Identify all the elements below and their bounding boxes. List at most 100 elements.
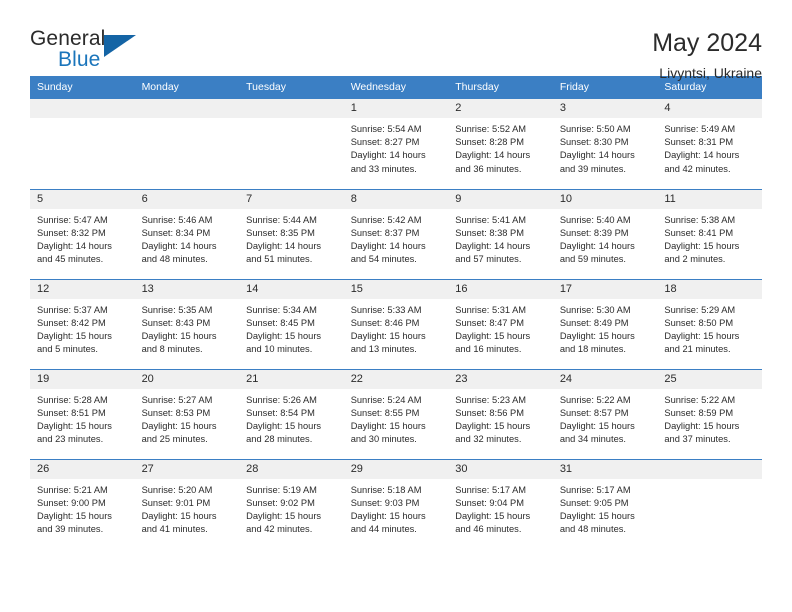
day-number: 25 xyxy=(657,369,762,389)
title-block: May 2024 Livyntsi, Ukraine xyxy=(652,28,762,82)
daylight-text-line2: and 30 minutes. xyxy=(350,434,417,445)
day-number: 2 xyxy=(448,99,553,118)
day-number xyxy=(657,459,762,479)
daylight-text-line1: Daylight: 15 hours xyxy=(350,330,426,341)
general-blue-logo[interactable]: General Blue xyxy=(30,27,150,70)
day-details: Sunrise: 5:46 AM Sunset: 8:34 PM Daylight:… xyxy=(135,209,240,267)
calendar-day-cell[interactable]: 5 Sunrise: 5:47 AM Sunset: 8:32 PM Daylight… xyxy=(30,188,135,279)
logo-text-general: General xyxy=(30,27,106,50)
sunrise-text: Sunrise: 5:44 AM xyxy=(246,214,317,225)
daylight-text-line1: Daylight: 15 hours xyxy=(455,420,531,431)
day-details: Sunrise: 5:17 AM Sunset: 9:05 PM Daylight:… xyxy=(553,479,658,537)
day-details: Sunrise: 5:49 AM Sunset: 8:31 PM Daylight:… xyxy=(657,118,762,176)
sunrise-text: Sunrise: 5:18 AM xyxy=(350,484,422,495)
daylight-text-line2: and 18 minutes. xyxy=(559,344,626,355)
calendar-day-cell[interactable]: 11 Sunrise: 5:38 AM Sunset: 8:41 PM Dayligh… xyxy=(657,188,762,279)
day-number: 10 xyxy=(552,189,658,209)
calendar-day-cell[interactable]: 27 Sunrise: 5:20 AM Sunset: 9:01 PM Dayligh… xyxy=(134,458,240,549)
sunset-text: Sunset: 9:04 PM xyxy=(455,497,524,508)
calendar-day-cell[interactable]: 24 Sunrise: 5:22 AM Sunset: 8:57 PM Dayligh… xyxy=(552,368,658,459)
daylight-text-line2: and 13 minutes. xyxy=(350,344,417,355)
calendar-day-cell[interactable]: 23 Sunrise: 5:23 AM Sunset: 8:56 PM Dayligh… xyxy=(448,368,553,459)
calendar-day-cell[interactable]: 30 Sunrise: 5:17 AM Sunset: 9:04 PM Dayligh… xyxy=(448,458,553,549)
calendar-day-cell[interactable]: 21 Sunrise: 5:26 AM Sunset: 8:54 PM Dayligh… xyxy=(239,368,344,459)
calendar-day-cell[interactable]: 29 Sunrise: 5:18 AM Sunset: 9:03 PM Dayligh… xyxy=(343,458,449,549)
calendar-day-cell[interactable]: 14 Sunrise: 5:34 AM Sunset: 8:45 PM Dayligh… xyxy=(239,278,344,369)
calendar-day-cell[interactable]: 31 Sunrise: 5:17 AM Sunset: 9:05 PM Dayligh… xyxy=(552,458,658,549)
sunrise-text: Sunrise: 5:41 AM xyxy=(455,214,527,225)
sunrise-text: Sunrise: 5:38 AM xyxy=(664,214,736,225)
day-number: 7 xyxy=(239,189,344,209)
page-subtitle: Livyntsi, Ukraine xyxy=(659,65,762,82)
sunrise-text: Sunrise: 5:35 AM xyxy=(141,304,213,315)
calendar-day-cell[interactable]: 8 Sunrise: 5:42 AM Sunset: 8:37 PM Daylight… xyxy=(343,188,449,279)
calendar-day-cell[interactable]: 15 Sunrise: 5:33 AM Sunset: 8:46 PM Dayligh… xyxy=(343,278,449,369)
calendar-cell-empty xyxy=(134,99,240,189)
calendar-day-cell[interactable]: 2 Sunrise: 5:52 AM Sunset: 8:28 PM Daylight… xyxy=(448,99,553,189)
sunrise-text: Sunrise: 5:46 AM xyxy=(141,214,213,225)
daylight-text-line2: and 44 minutes. xyxy=(350,524,417,535)
calendar-day-cell[interactable]: 28 Sunrise: 5:19 AM Sunset: 9:02 PM Dayligh… xyxy=(239,458,344,549)
calendar-day-cell[interactable]: 22 Sunrise: 5:24 AM Sunset: 8:55 PM Dayligh… xyxy=(343,368,449,459)
calendar-day-cell[interactable]: 13 Sunrise: 5:35 AM Sunset: 8:43 PM Dayligh… xyxy=(134,278,240,369)
daylight-text-line1: Daylight: 14 hours xyxy=(350,240,426,251)
daylight-text-line2: and 33 minutes. xyxy=(350,163,417,174)
calendar-day-cell[interactable]: 10 Sunrise: 5:40 AM Sunset: 8:39 PM Dayligh… xyxy=(552,188,658,279)
daylight-text-line1: Daylight: 14 hours xyxy=(455,240,531,251)
day-number: 26 xyxy=(30,459,135,479)
sunrise-text: Sunrise: 5:19 AM xyxy=(246,484,317,495)
day-details: Sunrise: 5:21 AM Sunset: 9:00 PM Daylight:… xyxy=(30,479,135,537)
day-number: 9 xyxy=(448,189,553,209)
day-details: Sunrise: 5:28 AM Sunset: 8:51 PM Daylight:… xyxy=(30,389,135,447)
daylight-text-line2: and 8 minutes. xyxy=(141,344,203,355)
day-details: Sunrise: 5:52 AM Sunset: 8:28 PM Daylight:… xyxy=(448,118,553,176)
daylight-text-line2: and 45 minutes. xyxy=(37,254,104,265)
calendar-day-cell[interactable]: 7 Sunrise: 5:44 AM Sunset: 8:35 PM Daylight… xyxy=(239,188,344,279)
calendar-day-cell[interactable]: 19 Sunrise: 5:28 AM Sunset: 8:51 PM Dayligh… xyxy=(30,368,135,459)
day-number: 29 xyxy=(343,459,449,479)
weekday-header-wednesday: Wednesday xyxy=(343,76,449,99)
day-number: 14 xyxy=(239,279,344,299)
calendar-week-row: 5 Sunrise: 5:47 AM Sunset: 8:32 PM Daylight… xyxy=(30,188,762,279)
calendar-day-cell[interactable]: 4 Sunrise: 5:49 AM Sunset: 8:31 PM Daylight… xyxy=(657,99,762,189)
sunset-text: Sunset: 8:32 PM xyxy=(37,227,106,238)
day-details: Sunrise: 5:54 AM Sunset: 8:27 PM Daylight:… xyxy=(344,118,449,176)
sunset-text: Sunset: 8:42 PM xyxy=(37,317,106,328)
sunset-text: Sunset: 9:01 PM xyxy=(141,497,211,508)
daylight-text-line1: Daylight: 14 hours xyxy=(141,240,217,251)
sunrise-text: Sunrise: 5:17 AM xyxy=(559,484,631,495)
daylight-text-line1: Daylight: 14 hours xyxy=(559,150,635,161)
calendar-day-cell[interactable]: 20 Sunrise: 5:27 AM Sunset: 8:53 PM Dayligh… xyxy=(134,368,240,459)
daylight-text-line1: Daylight: 15 hours xyxy=(37,510,112,521)
day-details: Sunrise: 5:35 AM Sunset: 8:43 PM Daylight:… xyxy=(135,299,240,357)
daylight-text-line2: and 32 minutes. xyxy=(455,434,522,445)
day-number: 3 xyxy=(552,99,658,118)
calendar-day-cell[interactable]: 12 Sunrise: 5:37 AM Sunset: 8:42 PM Dayligh… xyxy=(30,278,135,369)
day-number: 16 xyxy=(448,279,553,299)
sunset-text: Sunset: 9:00 PM xyxy=(37,497,106,508)
sunset-text: Sunset: 8:28 PM xyxy=(455,137,524,148)
daylight-text-line2: and 51 minutes. xyxy=(246,254,313,265)
calendar-day-cell[interactable]: 6 Sunrise: 5:46 AM Sunset: 8:34 PM Daylight… xyxy=(134,188,240,279)
daylight-text-line2: and 28 minutes. xyxy=(246,434,313,445)
calendar-day-cell[interactable]: 26 Sunrise: 5:21 AM Sunset: 9:00 PM Dayligh… xyxy=(30,458,135,549)
calendar-day-cell[interactable]: 3 Sunrise: 5:50 AM Sunset: 8:30 PM Daylight… xyxy=(552,99,658,189)
day-number: 18 xyxy=(657,279,762,299)
calendar-day-cell[interactable]: 9 Sunrise: 5:41 AM Sunset: 8:38 PM Daylight… xyxy=(448,188,553,279)
logo-text-blue: Blue xyxy=(58,48,101,71)
day-number: 8 xyxy=(343,189,449,209)
calendar-day-cell[interactable]: 25 Sunrise: 5:22 AM Sunset: 8:59 PM Dayligh… xyxy=(657,368,762,459)
daylight-text-line1: Daylight: 14 hours xyxy=(246,240,322,251)
sunrise-text: Sunrise: 5:29 AM xyxy=(664,304,736,315)
daylight-text-line1: Daylight: 15 hours xyxy=(455,510,531,521)
calendar-day-cell[interactable]: 16 Sunrise: 5:31 AM Sunset: 8:47 PM Dayligh… xyxy=(448,278,553,369)
daylight-text-line2: and 16 minutes. xyxy=(455,344,522,355)
sunset-text: Sunset: 8:46 PM xyxy=(350,317,420,328)
calendar-day-cell[interactable]: 17 Sunrise: 5:30 AM Sunset: 8:49 PM Dayligh… xyxy=(552,278,658,369)
weekday-header-sunday: Sunday xyxy=(30,76,135,99)
calendar-day-cell[interactable]: 18 Sunrise: 5:29 AM Sunset: 8:50 PM Dayligh… xyxy=(657,278,762,369)
daylight-text-line2: and 5 minutes. xyxy=(37,344,98,355)
daylight-text-line1: Daylight: 15 hours xyxy=(664,240,740,251)
calendar-day-cell[interactable]: 1 Sunrise: 5:54 AM Sunset: 8:27 PM Daylight… xyxy=(343,99,449,189)
daylight-text-line2: and 42 minutes. xyxy=(664,163,731,174)
